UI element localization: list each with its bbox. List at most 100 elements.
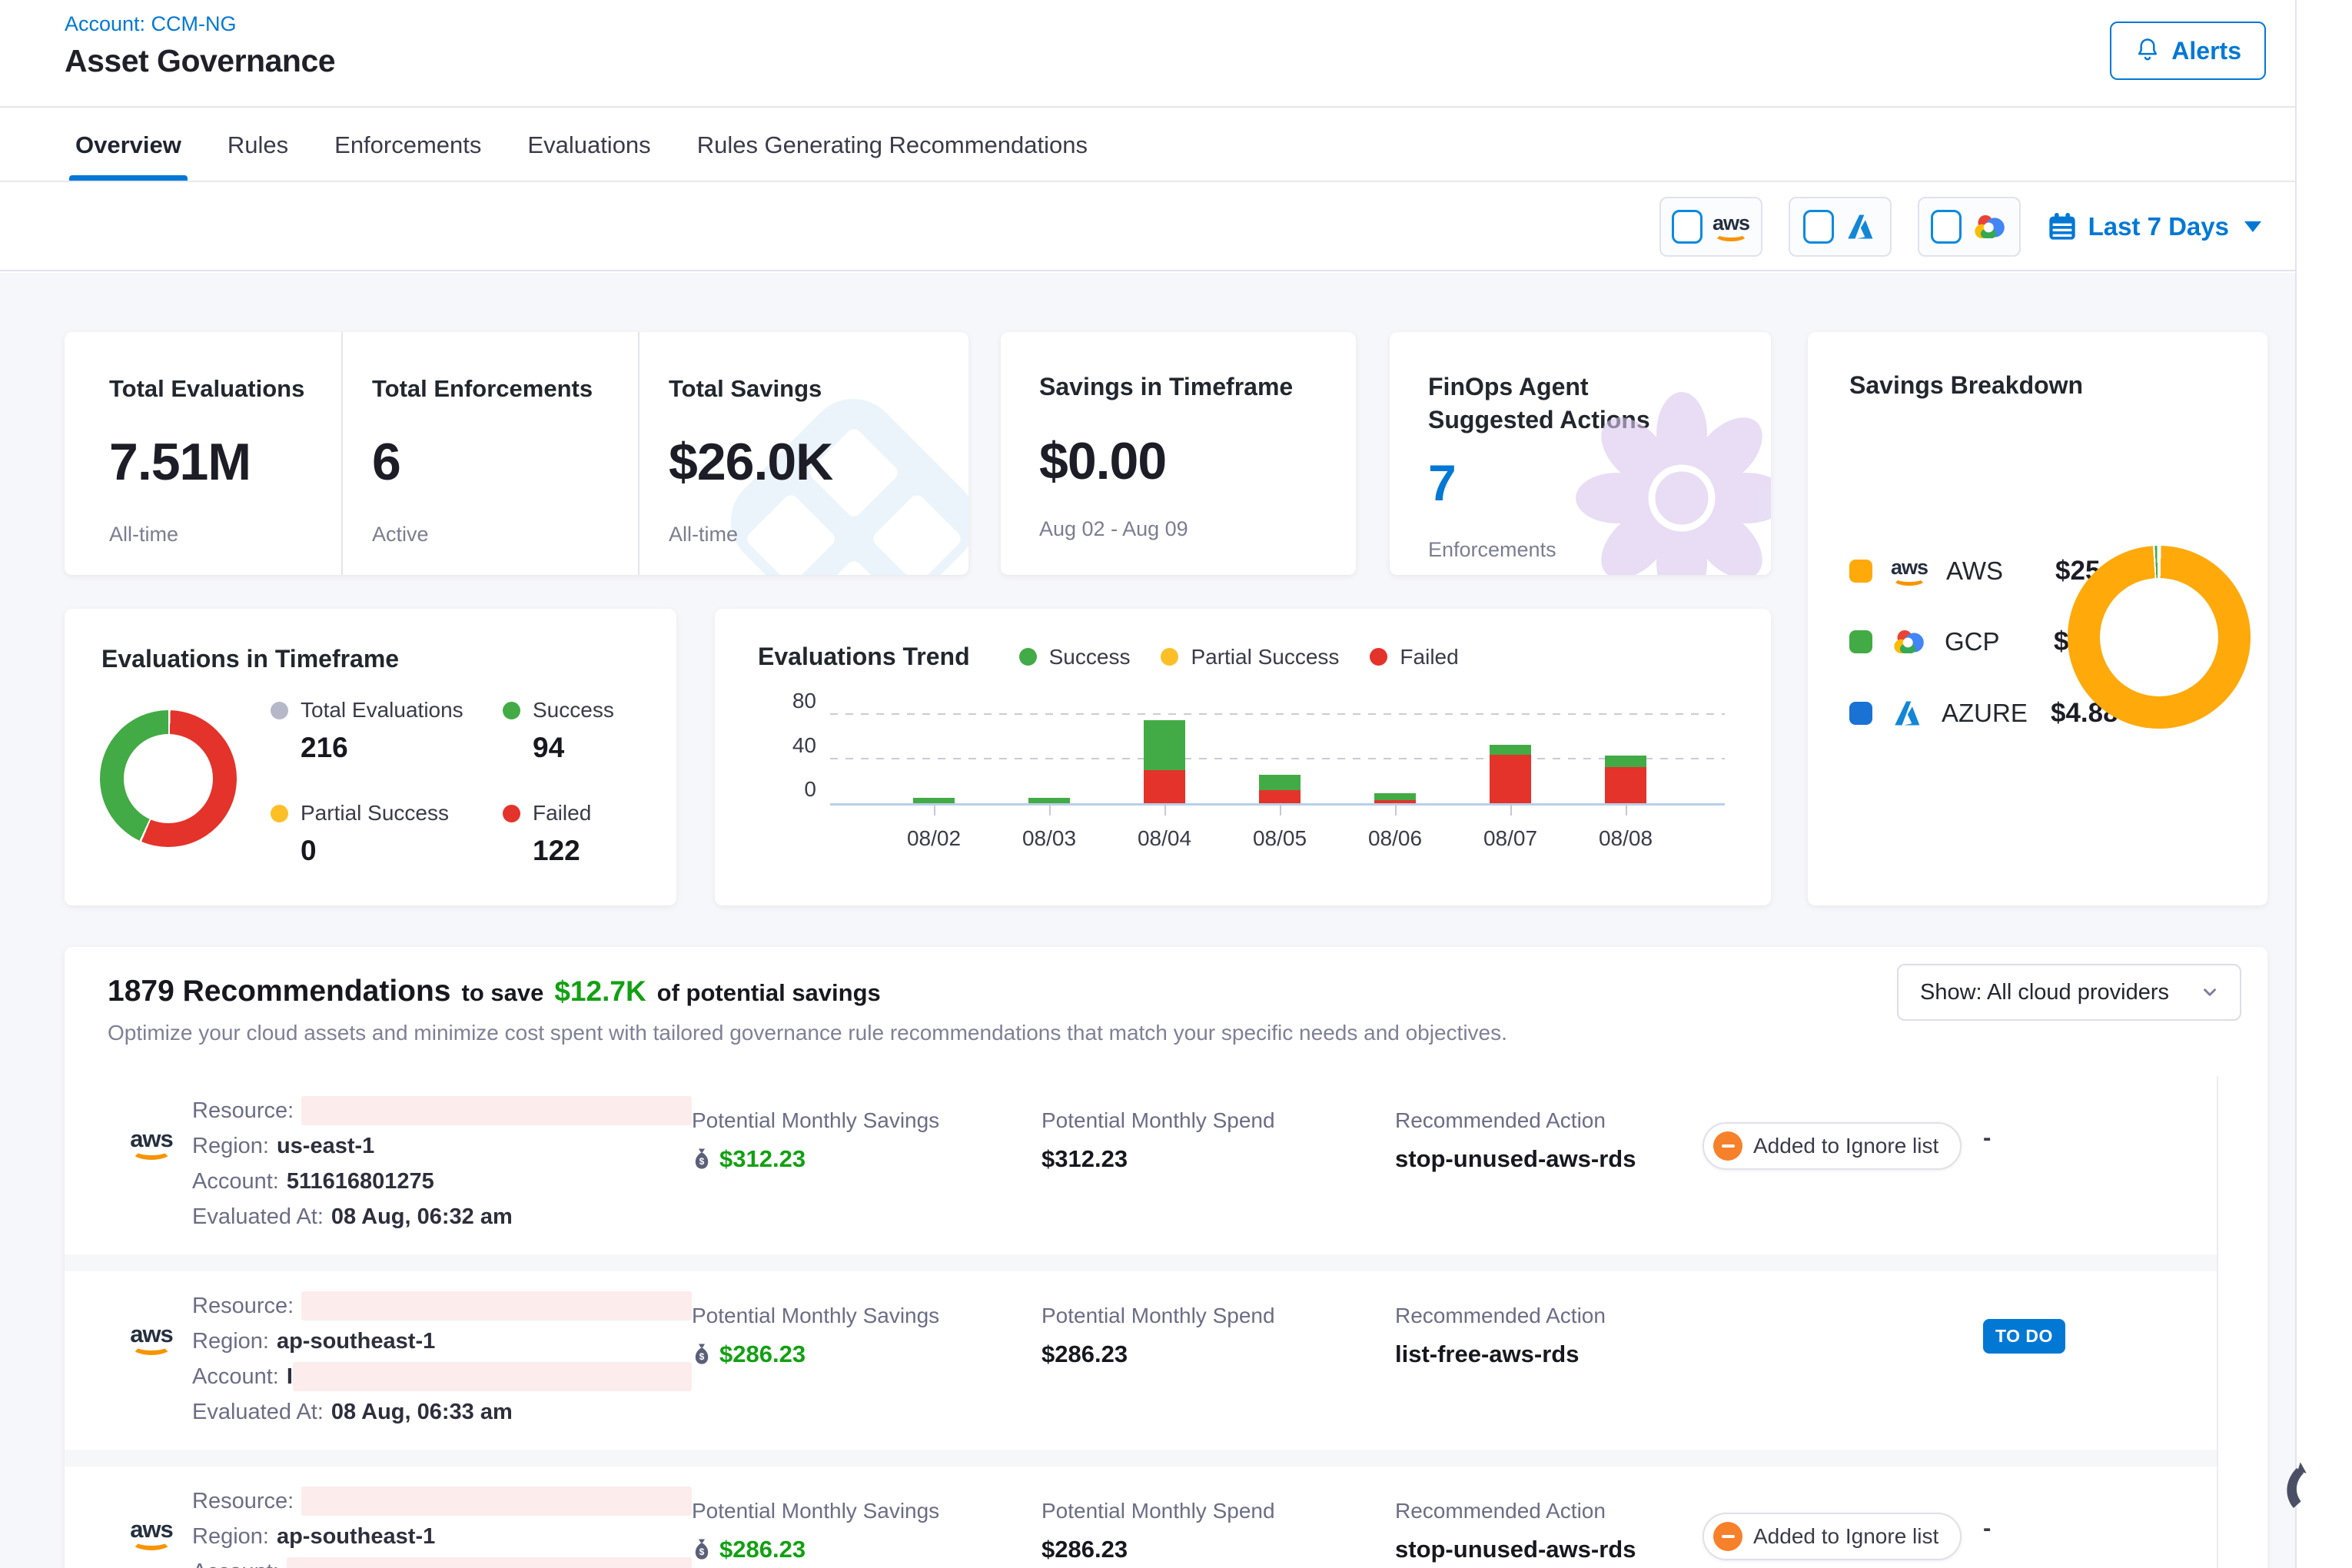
trend-plot: 80 40 0 08/0208/0308/0408/0508/0608/0708… xyxy=(830,683,1725,806)
minus-circle-icon xyxy=(1713,1131,1742,1161)
gcp-filter-toggle[interactable] xyxy=(1918,197,2021,257)
tail-col: TO DO xyxy=(1983,1271,2217,1450)
bar-segment-failed xyxy=(1259,790,1301,803)
tab-enforcements[interactable]: Enforcements xyxy=(334,109,481,181)
x-tick-label: 08/02 xyxy=(876,826,992,851)
alerts-button-label: Alerts xyxy=(2171,37,2241,65)
legend-partial-success: Partial Success 0 xyxy=(271,801,463,867)
legend-failed: Failed 122 xyxy=(503,801,614,867)
bar-segment-success xyxy=(913,798,955,803)
status-col: Added to Ignore list xyxy=(1703,1467,1983,1568)
recommendation-row[interactable]: aws Resource: Region:ap-southeast-1 Acco… xyxy=(65,1271,2217,1450)
tab-bar: Overview Rules Enforcements Evaluations … xyxy=(0,109,2352,182)
total-savings-stat: Total Savings $26.0K All-time xyxy=(638,332,935,575)
red-dot-icon xyxy=(1370,648,1387,666)
overview-content: Total Evaluations 7.51M All-time Total E… xyxy=(0,273,2352,1568)
azure-color-swatch xyxy=(1849,702,1872,725)
resource-details: Resource: Region:us-east-1 Account:51161… xyxy=(192,1076,692,1254)
savings-col: Potential Monthly Savings $$286.23 xyxy=(692,1271,1041,1450)
bar-segment-success xyxy=(1374,793,1416,800)
account-breadcrumb-link[interactable]: Account: CCM-NG xyxy=(65,12,237,36)
aws-checkbox[interactable] xyxy=(1672,210,1703,244)
status-col xyxy=(1703,1271,1983,1450)
resource-details: Resource: Region:ap-southeast-1 Account:… xyxy=(192,1271,692,1450)
aws-color-swatch xyxy=(1849,560,1872,583)
savings-value: $312.23 xyxy=(719,1145,806,1173)
recommendations-header: 1879 Recommendations to save $12.7K of p… xyxy=(65,947,2267,1045)
red-dot-icon xyxy=(503,805,520,822)
tail-col: - xyxy=(1983,1076,2217,1254)
added-to-ignore-list-chip[interactable]: Added to Ignore list xyxy=(1703,1122,1962,1170)
gcp-checkbox[interactable] xyxy=(1931,210,1962,244)
evaluations-donut-chart xyxy=(100,710,237,847)
calendar-icon xyxy=(2047,211,2078,242)
total-savings-value: $26.0K xyxy=(669,432,935,492)
recommendations-subtitle: Optimize your cloud assets and minimize … xyxy=(108,1021,2232,1045)
timeframe-range: Aug 02 - Aug 09 xyxy=(1039,517,1356,541)
y-tick-40: 40 xyxy=(770,733,816,758)
minus-circle-icon xyxy=(1713,1522,1742,1551)
tab-overview[interactable]: Overview xyxy=(75,109,181,181)
money-bag-icon: $ xyxy=(692,1343,712,1366)
todo-status-badge[interactable]: TO DO xyxy=(1983,1319,2065,1354)
action-value: list-free-aws-rds xyxy=(1395,1340,1703,1368)
tab-rules-generating-recommendations[interactable]: Rules Generating Recommendations xyxy=(697,109,1088,181)
bar-segment-success xyxy=(1259,775,1301,790)
redacted-resource xyxy=(301,1291,692,1321)
action-col: Recommended Action stop-unused-aws-rds xyxy=(1395,1467,1703,1568)
x-tick-label: 08/07 xyxy=(1453,826,1568,851)
trend-header: Evaluations Trend Success Partial Succes… xyxy=(715,609,1771,671)
gcp-logo-icon xyxy=(1891,626,1926,657)
spend-col: Potential Monthly Spend $286.23 xyxy=(1041,1467,1395,1568)
yellow-dot-icon xyxy=(1161,648,1178,666)
x-tick-label: 08/05 xyxy=(1222,826,1337,851)
azure-checkbox[interactable] xyxy=(1803,210,1834,244)
aws-logo-icon: aws xyxy=(130,1127,173,1160)
status-col: Added to Ignore list xyxy=(1703,1076,1983,1254)
bar-segment-failed xyxy=(1144,770,1185,803)
aws-logo-icon: aws xyxy=(130,1322,173,1355)
azure-logo-icon xyxy=(1891,697,1923,729)
added-to-ignore-list-chip[interactable]: Added to Ignore list xyxy=(1703,1513,1962,1560)
empty-value-dash: - xyxy=(1983,1124,1991,1151)
tab-evaluations[interactable]: Evaluations xyxy=(527,109,650,181)
total-enforcements-stat: Total Enforcements 6 Active xyxy=(341,332,638,575)
money-bag-icon: $ xyxy=(692,1148,712,1171)
trend-legend-partial: Partial Success xyxy=(1161,645,1339,669)
azure-filter-toggle[interactable] xyxy=(1789,197,1892,257)
resource-details: Resource: Region:ap-southeast-1 Account:… xyxy=(192,1467,692,1568)
bar-segment-failed xyxy=(1605,767,1646,803)
gcp-color-swatch xyxy=(1849,630,1872,653)
bar-segment-success xyxy=(1490,745,1531,755)
top-bar: Account: CCM-NG Asset Governance Alerts xyxy=(0,0,2352,108)
gcp-logo-icon xyxy=(1972,211,2007,242)
savings-col: Potential Monthly Savings $$312.23 xyxy=(692,1076,1041,1254)
filter-bar: aws xyxy=(0,184,2352,271)
recommendation-row[interactable]: aws Resource: Region:us-east-1 Account:5… xyxy=(65,1076,2217,1254)
savings-value: $286.23 xyxy=(719,1340,806,1368)
total-enforcements-value: 6 xyxy=(372,432,638,492)
timeframe-savings-value: $0.00 xyxy=(1039,431,1356,491)
cloud-provider-filter-dropdown[interactable]: Show: All cloud providers xyxy=(1897,964,2241,1021)
azure-logo-icon xyxy=(1844,211,1876,243)
green-dot-icon xyxy=(503,702,520,719)
empty-value-dash: - xyxy=(1983,1514,1991,1542)
trend-legend-failed: Failed xyxy=(1370,645,1458,669)
redacted-account xyxy=(293,1362,692,1391)
aws-filter-toggle[interactable]: aws xyxy=(1659,197,1762,257)
redacted-account xyxy=(287,1557,692,1568)
date-range-selector[interactable]: Last 7 Days xyxy=(2047,211,2261,242)
finops-agent-card: FinOps Agent Suggested Actions 7 Enforce… xyxy=(1390,332,1771,575)
date-range-label: Last 7 Days xyxy=(2088,212,2229,241)
tail-col: - xyxy=(1983,1467,2217,1568)
legend-success: Success 94 xyxy=(503,698,614,764)
money-bag-icon: $ xyxy=(692,1538,712,1561)
recommendation-row[interactable]: aws Resource: Region:ap-southeast-1 Acco… xyxy=(65,1467,2217,1568)
alerts-button[interactable]: Alerts xyxy=(2110,22,2266,80)
tab-rules[interactable]: Rules xyxy=(228,109,288,181)
caret-down-icon xyxy=(2244,221,2261,232)
evaluations-legend: Total Evaluations 216 Success 94 Partial… xyxy=(271,698,614,867)
svg-text:$: $ xyxy=(699,1156,705,1167)
scrollbar-gutter[interactable] xyxy=(2295,0,2352,1568)
row-divider xyxy=(65,1254,2217,1271)
